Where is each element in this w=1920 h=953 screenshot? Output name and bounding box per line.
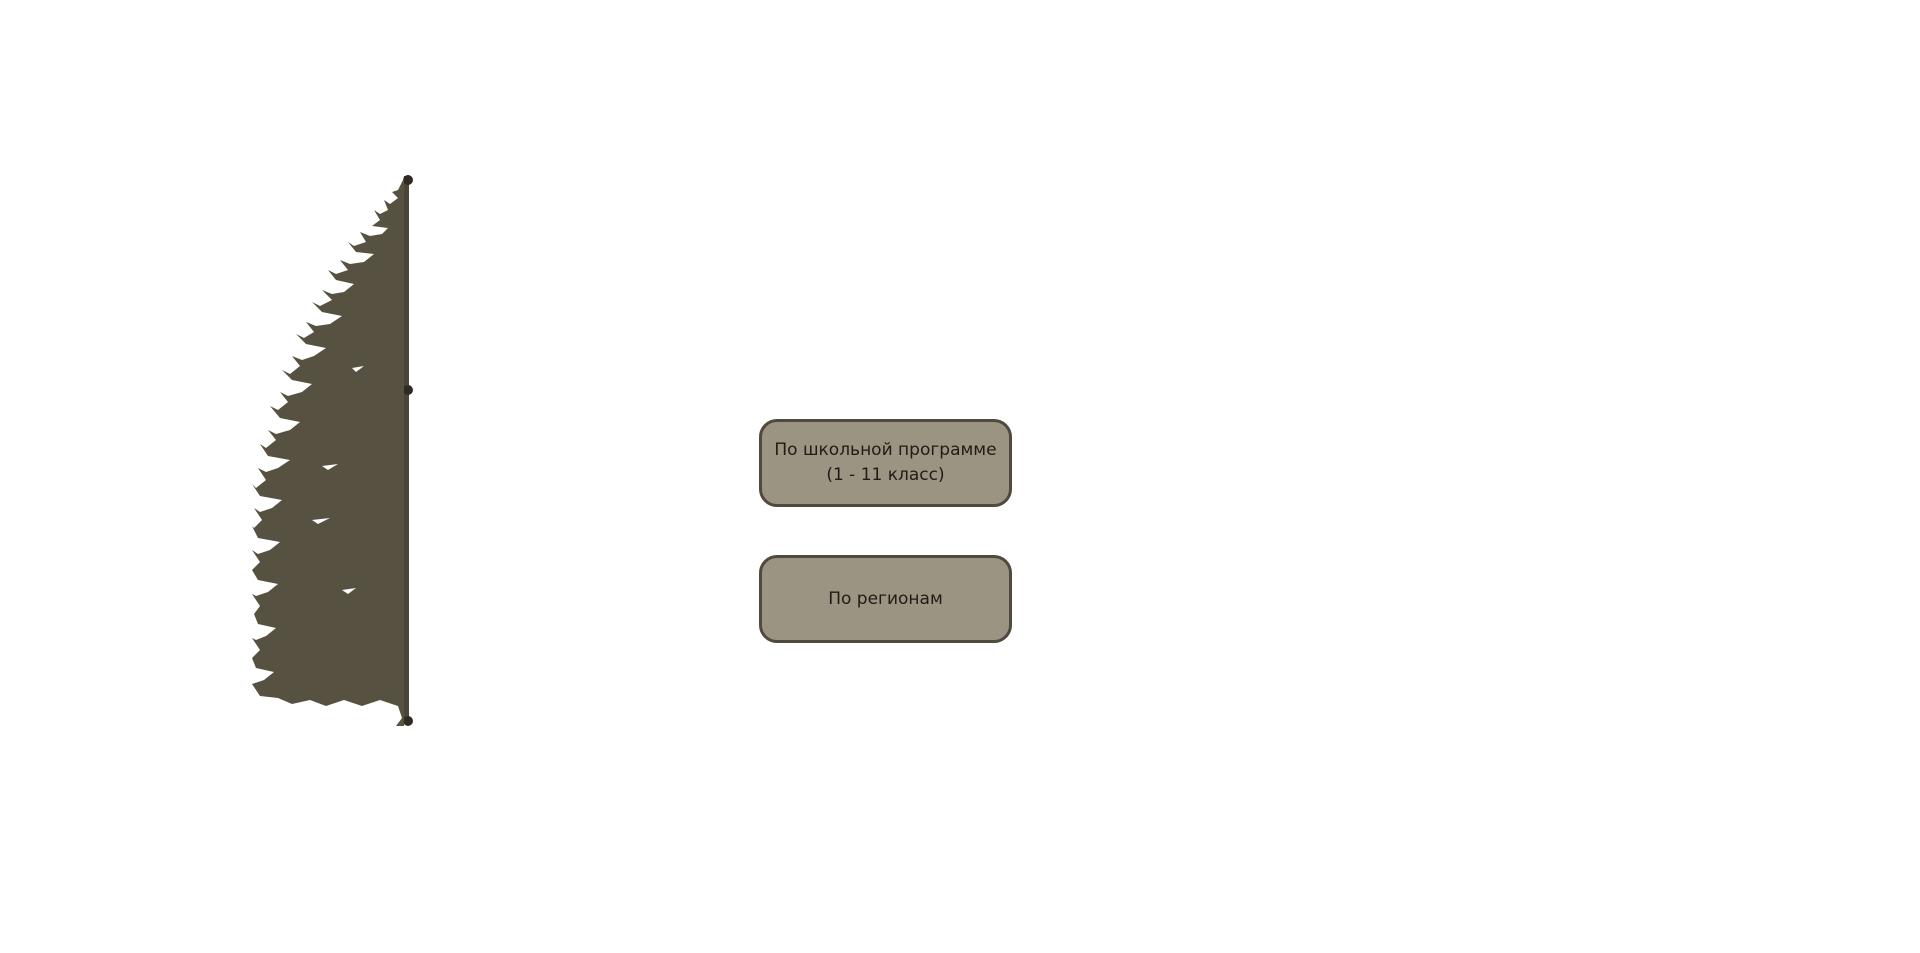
fir-tree-icon: [252, 170, 422, 730]
main-menu-page: По школьной программе (1 - 11 класс) По …: [0, 0, 1920, 953]
school-program-button-label: По школьной программе (1 - 11 класс): [774, 440, 997, 485]
school-program-button[interactable]: По школьной программе (1 - 11 класс): [759, 419, 1012, 507]
regions-button-label: По регионам: [828, 588, 943, 609]
regions-button[interactable]: По регионам: [759, 555, 1012, 643]
